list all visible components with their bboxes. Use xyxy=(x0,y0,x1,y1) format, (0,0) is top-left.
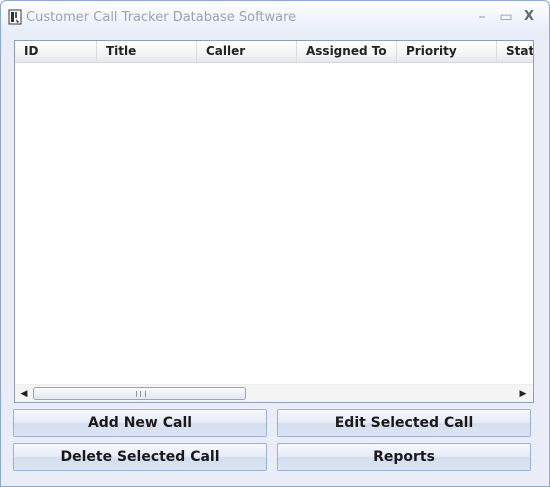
delete-selected-call-button[interactable]: Delete Selected Call xyxy=(13,443,267,471)
title-bar[interactable]: Customer Call Tracker Database Software … xyxy=(1,1,549,34)
column-header-status[interactable]: Status xyxy=(497,41,533,62)
reports-button[interactable]: Reports xyxy=(277,443,531,471)
close-button[interactable]: X xyxy=(518,7,540,27)
add-new-call-button[interactable]: Add New Call xyxy=(13,409,267,437)
scroll-right-arrow-icon[interactable]: ▶ xyxy=(518,389,528,399)
grip-icon xyxy=(136,391,146,397)
minimize-button[interactable]: – xyxy=(471,7,493,27)
scroll-left-arrow-icon[interactable]: ◀ xyxy=(19,389,29,399)
column-header-title[interactable]: Title xyxy=(97,41,197,62)
maximize-button[interactable]: ▭ xyxy=(495,7,517,27)
column-header-assigned-to[interactable]: Assigned To xyxy=(297,41,397,62)
app-icon xyxy=(8,9,22,25)
column-header-caller[interactable]: Caller xyxy=(197,41,297,62)
app-window: Customer Call Tracker Database Software … xyxy=(0,0,550,487)
calls-list[interactable]: ID Title Caller Assigned To Priority Sta… xyxy=(14,40,534,403)
window-title: Customer Call Tracker Database Software xyxy=(26,10,297,25)
column-header-id[interactable]: ID xyxy=(15,41,97,62)
scrollbar-thumb[interactable] xyxy=(33,387,246,400)
horizontal-scrollbar[interactable]: ◀ ▶ xyxy=(15,384,533,402)
edit-selected-call-button[interactable]: Edit Selected Call xyxy=(277,409,531,437)
column-header-priority[interactable]: Priority xyxy=(397,41,497,62)
list-header: ID Title Caller Assigned To Priority Sta… xyxy=(15,41,533,63)
